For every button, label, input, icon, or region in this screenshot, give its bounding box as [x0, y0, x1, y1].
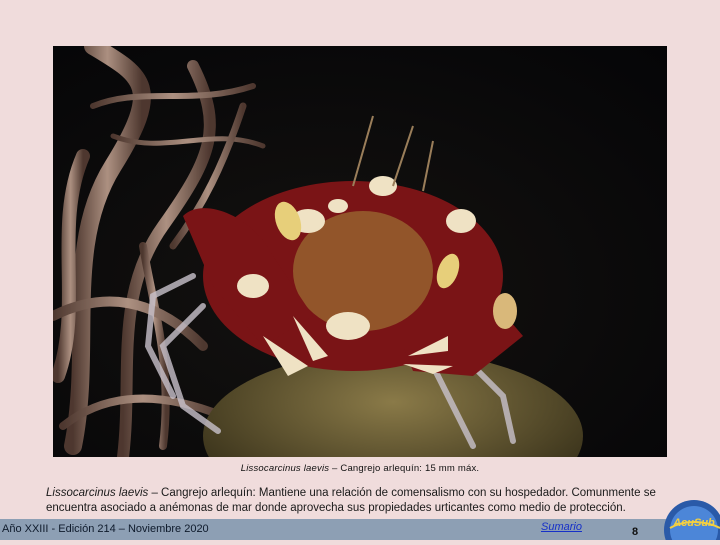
- page-number: 8: [632, 526, 639, 538]
- edition-label: Año XXIII - Edición 214 – Noviembre 2020: [2, 523, 209, 535]
- description-species: Lissocarcinus laevis: [46, 487, 149, 499]
- acusub-logo: AcuSub: [664, 498, 720, 545]
- sumario-link[interactable]: Sumario: [541, 521, 582, 533]
- caption-species: Lissocarcinus laevis: [240, 463, 330, 474]
- acusub-logo-icon: AcuSub: [664, 500, 720, 545]
- caption-text: – Cangrejo arlequín: 15 mm máx.: [329, 463, 480, 474]
- crab-photo-illustration: [53, 46, 667, 457]
- photo-caption: Lissocarcinus laevis – Cangrejo arlequín…: [0, 463, 720, 474]
- description-paragraph: Lissocarcinus laevis – Cangrejo arlequín…: [46, 486, 676, 516]
- svg-text:AcuSub: AcuSub: [672, 517, 715, 529]
- crab-photo: [53, 46, 667, 457]
